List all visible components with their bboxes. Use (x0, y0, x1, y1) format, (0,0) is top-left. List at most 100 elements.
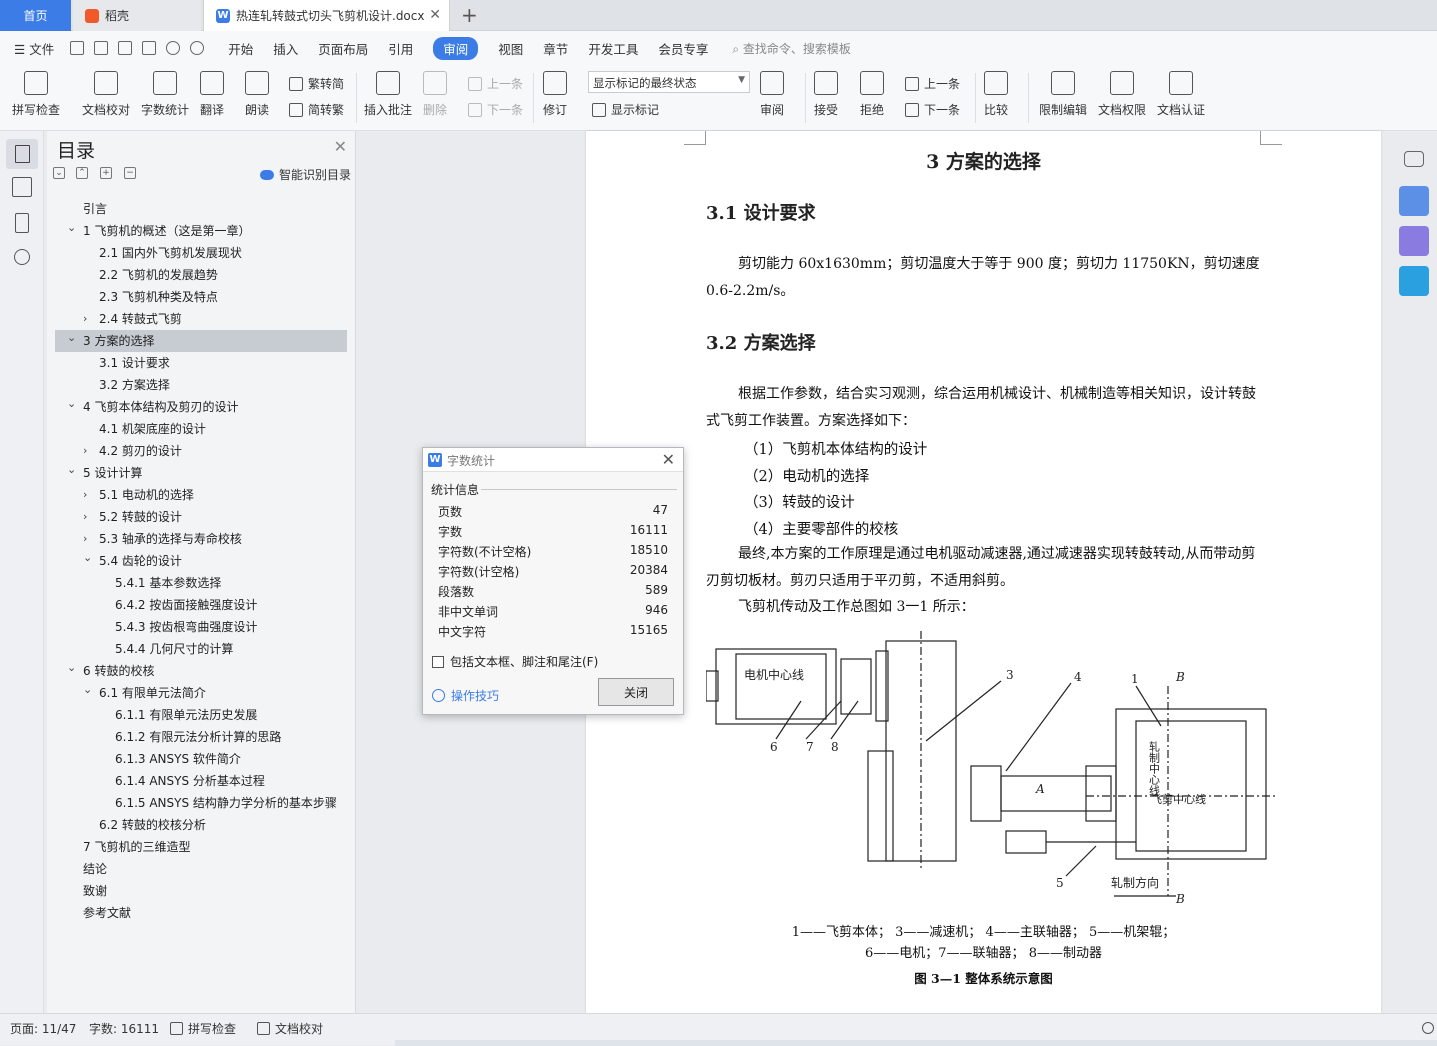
status-spell-check[interactable]: 拼写检查 (170, 1020, 236, 1037)
expand-all-icon[interactable]: ⌄ (53, 167, 65, 179)
toc-item[interactable]: 3.2 方案选择 (55, 374, 347, 396)
reject-button[interactable]: 拒绝 (860, 71, 884, 118)
chevron-down-icon[interactable]: ⌄ (67, 393, 76, 415)
chevron-down-icon[interactable]: ⌄ (67, 217, 76, 239)
toc-item[interactable]: › 2.4 转鼓式飞剪 (55, 308, 347, 330)
toc-item[interactable]: 4.1 机架底座的设计 (55, 418, 347, 440)
doc-permission-button[interactable]: 文档权限 (1098, 71, 1146, 118)
read-aloud-button[interactable]: 朗读 (245, 71, 269, 118)
collapse-all-icon[interactable]: ⌃ (76, 167, 88, 179)
toc-item[interactable]: › 5.2 转鼓的设计 (55, 506, 347, 528)
export-icon[interactable] (94, 41, 109, 55)
menu-reference[interactable]: 引用 (388, 39, 413, 58)
collapse-ribbon-icon[interactable] (1404, 151, 1424, 167)
toc-item[interactable]: 2.1 国内外飞剪机发展现状 (55, 242, 347, 264)
toc-item[interactable]: 6.4.2 按齿面接触强度设计 (55, 594, 347, 616)
document-page[interactable]: 3 方案的选择 3.1 设计要求 剪切能力 60x1630mm；剪切温度大于等于… (586, 131, 1381, 1013)
menu-file[interactable]: ☰ 文件 (14, 39, 54, 58)
smart-toc-button[interactable]: 智能识别目录 (259, 166, 351, 183)
toc-item[interactable]: 5.4.3 按齿根弯曲强度设计 (55, 616, 347, 638)
menu-view[interactable]: 视图 (498, 39, 523, 58)
chevron-down-icon[interactable]: ⌄ (67, 459, 76, 481)
close-icon[interactable]: ✕ (662, 450, 675, 469)
spell-check-button[interactable]: 拼写检查 (12, 71, 60, 118)
next-comment-button[interactable]: 下一条 (468, 101, 523, 118)
tab-home[interactable]: 首页 (0, 0, 71, 31)
status-proofread[interactable]: 文档校对 (257, 1020, 323, 1037)
dialog-title-bar[interactable]: W 字数统计 ✕ (423, 448, 683, 472)
tips-link[interactable]: 操作技巧 (432, 687, 499, 704)
print-icon[interactable] (118, 41, 133, 55)
toc-item[interactable]: ⌄ 5.4 齿轮的设计 (55, 550, 347, 572)
toc-item[interactable]: › 5.3 轴承的选择与寿命校核 (55, 528, 347, 550)
toc-item[interactable]: 5.4.1 基本参数选择 (55, 572, 347, 594)
insert-comment-button[interactable]: 插入批注 (364, 71, 412, 118)
next-change-button[interactable]: 下一条 (905, 101, 960, 118)
toc-item[interactable]: › 5.1 电动机的选择 (55, 484, 347, 506)
chevron-right-icon[interactable]: › (83, 484, 87, 506)
close-icon[interactable]: ✕ (334, 137, 347, 156)
menu-layout[interactable]: 页面布局 (318, 39, 368, 58)
toc-item[interactable]: 引言 (55, 198, 347, 220)
toc-item[interactable]: 2.3 飞剪机种类及特点 (55, 286, 347, 308)
doc-certify-button[interactable]: 文档认证 (1157, 71, 1205, 118)
toc-panel-icon[interactable] (6, 139, 38, 169)
toc-item[interactable]: 2.2 飞剪机的发展趋势 (55, 264, 347, 286)
doc-assist-icon[interactable] (1399, 186, 1429, 216)
toc-item[interactable]: 6.1.5 ANSYS 结构静力学分析的基本步骤 (55, 792, 347, 814)
toc-item[interactable]: ⌄ 6 转鼓的校核 (55, 660, 347, 682)
markup-state-select[interactable]: 显示标记的最终状态 ▼ (588, 71, 750, 93)
chevron-right-icon[interactable]: › (83, 506, 87, 528)
toc-item[interactable]: 6.1.4 ANSYS 分析基本过程 (55, 770, 347, 792)
doc-search-icon[interactable] (1399, 226, 1429, 256)
undo-icon[interactable] (166, 41, 181, 55)
chevron-down-icon[interactable]: ⌄ (83, 679, 92, 701)
restrict-edit-button[interactable]: 限制编辑 (1039, 71, 1087, 118)
toc-item[interactable]: 致谢 (55, 880, 347, 902)
command-search[interactable]: ⌕ 查找命令、搜索模板 (732, 40, 851, 57)
proofread-button[interactable]: 文档校对 (82, 71, 130, 118)
chevron-right-icon[interactable]: › (83, 440, 87, 462)
toc-item[interactable]: › 4.2 剪刃的设计 (55, 440, 347, 462)
word-count-button[interactable]: 字数统计 (141, 71, 189, 118)
simp-to-trad-button[interactable]: 简转繁 (289, 101, 344, 118)
save-icon[interactable] (70, 41, 85, 55)
toc-item[interactable]: 5.4.4 几何尺寸的计算 (55, 638, 347, 660)
settings-icon[interactable] (1422, 1022, 1434, 1034)
toc-item[interactable]: ⌄ 4 飞剪本体结构及剪刃的设计 (55, 396, 347, 418)
menu-dev-tools[interactable]: 开发工具 (588, 39, 638, 58)
tab-document[interactable]: W 热连轧转鼓式切头飞剪机设计.docx ✕ (203, 0, 450, 31)
toc-item[interactable]: 6.1.1 有限单元法历史发展 (55, 704, 347, 726)
chevron-down-icon[interactable]: ⌄ (67, 657, 76, 679)
prev-comment-button[interactable]: 上一条 (468, 75, 523, 92)
page-indicator[interactable]: 页面: 11/47 (10, 1020, 76, 1037)
track-changes-button[interactable]: 修订 (543, 71, 567, 118)
toc-item[interactable]: 6.2 转鼓的校核分析 (55, 814, 347, 836)
toc-item[interactable]: 参考文献 (55, 902, 347, 924)
prev-change-button[interactable]: 上一条 (905, 75, 960, 92)
menu-start[interactable]: 开始 (228, 39, 253, 58)
toc-item[interactable]: 3.1 设计要求 (55, 352, 347, 374)
toc-item[interactable]: 6.1.3 ANSYS 软件简介 (55, 748, 347, 770)
close-icon[interactable]: ✕ (429, 7, 441, 23)
menu-review[interactable]: 审阅 (433, 36, 479, 60)
include-textbox-checkbox[interactable]: 包括文本框、脚注和尾注(F) (432, 653, 598, 670)
navigation-icon[interactable] (12, 177, 32, 197)
toc-item[interactable]: ⌄ 5 设计计算 (55, 462, 347, 484)
accept-button[interactable]: 接受 (814, 71, 838, 118)
toc-item[interactable]: ⌄ 1 飞剪机的概述（这是第一章） (55, 220, 347, 242)
word-count-indicator[interactable]: 字数: 16111 (89, 1020, 159, 1037)
translate-button[interactable]: 翻译 (200, 71, 224, 118)
remove-heading-icon[interactable]: − (124, 167, 136, 179)
add-tab-icon[interactable]: + (461, 3, 478, 27)
chevron-right-icon[interactable]: › (83, 308, 87, 330)
compare-button[interactable]: 比较 (984, 71, 1008, 118)
preview-icon[interactable] (142, 41, 157, 55)
menu-member[interactable]: 会员专享 (658, 39, 708, 58)
menu-chapter[interactable]: 章节 (543, 39, 568, 58)
toc-item[interactable]: 6.1.2 有限元法分析计算的思路 (55, 726, 347, 748)
trad-to-simp-button[interactable]: 繁转简 (289, 75, 344, 92)
show-markup-button[interactable]: 显示标记 (592, 101, 659, 118)
search-icon[interactable] (14, 249, 30, 265)
close-dialog-button[interactable]: 关闭 (598, 678, 674, 706)
